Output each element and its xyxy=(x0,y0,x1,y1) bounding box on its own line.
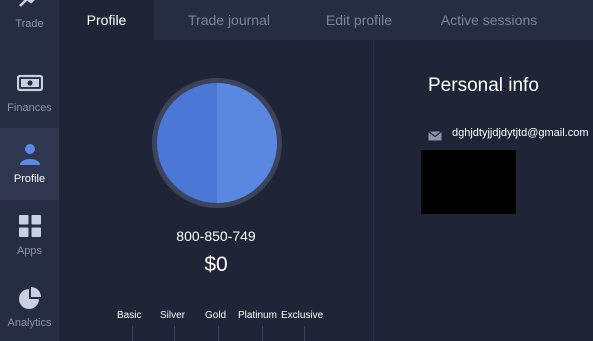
level-tick xyxy=(132,326,133,341)
pie-chart-icon xyxy=(17,285,43,311)
sidebar-item-label: Profile xyxy=(13,173,46,185)
tab-bar: Profile Trade journal Edit profile Activ… xyxy=(59,0,593,40)
app-window: Trade Finances Profile Apps Analytics Pr… xyxy=(0,0,593,341)
user-id: 800-850-749 xyxy=(176,228,256,244)
level-tick xyxy=(218,326,219,341)
grid-icon xyxy=(17,213,43,239)
level-basic: Basic xyxy=(117,310,142,321)
level-silver: Silver xyxy=(160,310,186,321)
email-row: dghjdtyjjdjdytjtd@gmail.com xyxy=(428,127,589,141)
level-exclusive: Exclusive xyxy=(281,310,324,321)
sidebar-item-label: Trade xyxy=(15,18,44,30)
banknote-icon xyxy=(16,70,43,96)
sidebar-item-label: Finances xyxy=(7,102,52,114)
trend-arrow-icon xyxy=(17,0,43,12)
sidebar-item-profile[interactable]: Profile xyxy=(0,128,59,200)
personal-info-panel: Personal info dghjdtyjjdjdytjtd@gmail.co… xyxy=(374,40,593,341)
sidebar-item-label: Apps xyxy=(16,245,43,257)
level-scale: Basic Silver Gold Platinum Exclusive xyxy=(114,310,334,341)
sidebar: Trade Finances Profile Apps Analytics xyxy=(0,0,59,341)
sidebar-item-analytics[interactable]: Analytics xyxy=(0,285,59,341)
redacted-block xyxy=(421,150,516,214)
profile-panel: 800-850-749 $0 Basic Silver Gold Platinu… xyxy=(59,40,373,341)
level-platinum: Platinum xyxy=(238,310,277,321)
avatar[interactable] xyxy=(152,78,282,208)
tab-edit-profile[interactable]: Edit profile xyxy=(309,0,409,40)
tab-active-sessions[interactable]: Active sessions xyxy=(429,0,549,40)
envelope-icon xyxy=(428,128,442,141)
level-tick xyxy=(174,326,175,341)
sidebar-item-trade[interactable]: Trade xyxy=(0,0,59,58)
balance: $0 xyxy=(204,253,228,276)
level-tick xyxy=(304,326,305,341)
level-tick xyxy=(262,326,263,341)
personal-info-title: Personal info xyxy=(428,75,539,96)
tab-trade-journal[interactable]: Trade journal xyxy=(169,0,289,40)
tab-profile[interactable]: Profile xyxy=(59,0,154,40)
user-icon xyxy=(17,141,43,167)
email-text: dghjdtyjjdjdytjtd@gmail.com xyxy=(452,127,589,139)
sidebar-item-apps[interactable]: Apps xyxy=(0,213,59,285)
sidebar-item-label: Analytics xyxy=(7,317,52,329)
level-gold: Gold xyxy=(205,310,227,321)
avatar-image xyxy=(157,83,277,203)
